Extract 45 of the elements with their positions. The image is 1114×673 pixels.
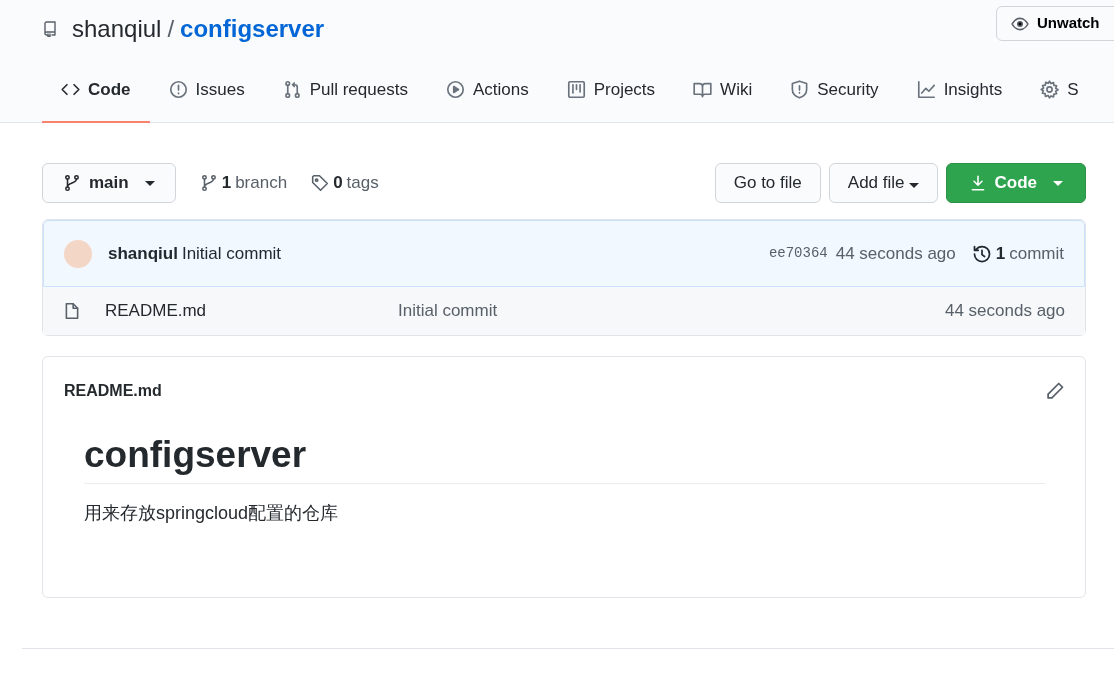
repository-tab[interactable]: Pull requests (263, 58, 427, 123)
repository-icon (42, 21, 58, 37)
commit-sha-link[interactable]: ee70364 (768, 243, 828, 264)
play-icon (445, 80, 465, 99)
repository-tab[interactable]: Actions (426, 58, 548, 123)
repository-tab[interactable]: S (1021, 58, 1098, 123)
history-icon (971, 243, 992, 264)
path-separator: / (167, 14, 175, 44)
file-time: 44 seconds ago (944, 300, 1065, 323)
branch-icon (63, 174, 81, 192)
repository-tab[interactable]: Wiki (674, 58, 772, 123)
readme-filename: README.md (64, 381, 162, 401)
book-icon (693, 80, 713, 99)
circle-exclamation-icon (168, 80, 188, 99)
owner-link[interactable]: shanqiul (72, 11, 162, 47)
gear-icon (1040, 80, 1060, 99)
file-commit-link[interactable]: Initial commit (398, 298, 498, 324)
readme-text: 用来存放springcloud配置的仓库 (84, 502, 340, 526)
project-board-icon (566, 80, 586, 99)
readme-heading: configserver (84, 433, 1045, 485)
file-icon (63, 302, 81, 320)
watch-button[interactable]: Unwatch (996, 6, 1114, 41)
pull-request-icon (282, 80, 302, 99)
pencil-icon (1045, 381, 1065, 401)
commits-link[interactable]: 1 commit (971, 240, 1064, 267)
branch-button[interactable]: main (42, 163, 176, 203)
commit-time: 44 seconds ago (835, 242, 956, 265)
repository-tab[interactable]: Projects (547, 58, 675, 123)
branch-icon (199, 174, 218, 192)
repository-tab[interactable]: Insights (897, 58, 1022, 123)
repository-tab[interactable]: Issues (149, 58, 264, 123)
file-name-link[interactable]: README.md (105, 298, 398, 324)
shield-icon (790, 80, 810, 99)
tags-link[interactable]: 0 tags (311, 170, 379, 196)
branches-link[interactable]: 1 branch (199, 170, 288, 196)
tag-icon (311, 174, 330, 192)
commit-author-link[interactable]: shanqiul (108, 240, 178, 267)
repository-tab[interactable]: Code (42, 58, 150, 123)
line-graph-icon (916, 80, 936, 99)
commit-message-link[interactable]: Initial commit (181, 240, 282, 267)
go-to-file-button[interactable]: Go to file (714, 163, 821, 203)
add-file-button[interactable]: Add file (828, 163, 938, 203)
avatar (64, 239, 92, 268)
repository-tab[interactable]: Security (771, 58, 898, 123)
repository-link[interactable]: configserver (180, 11, 325, 47)
